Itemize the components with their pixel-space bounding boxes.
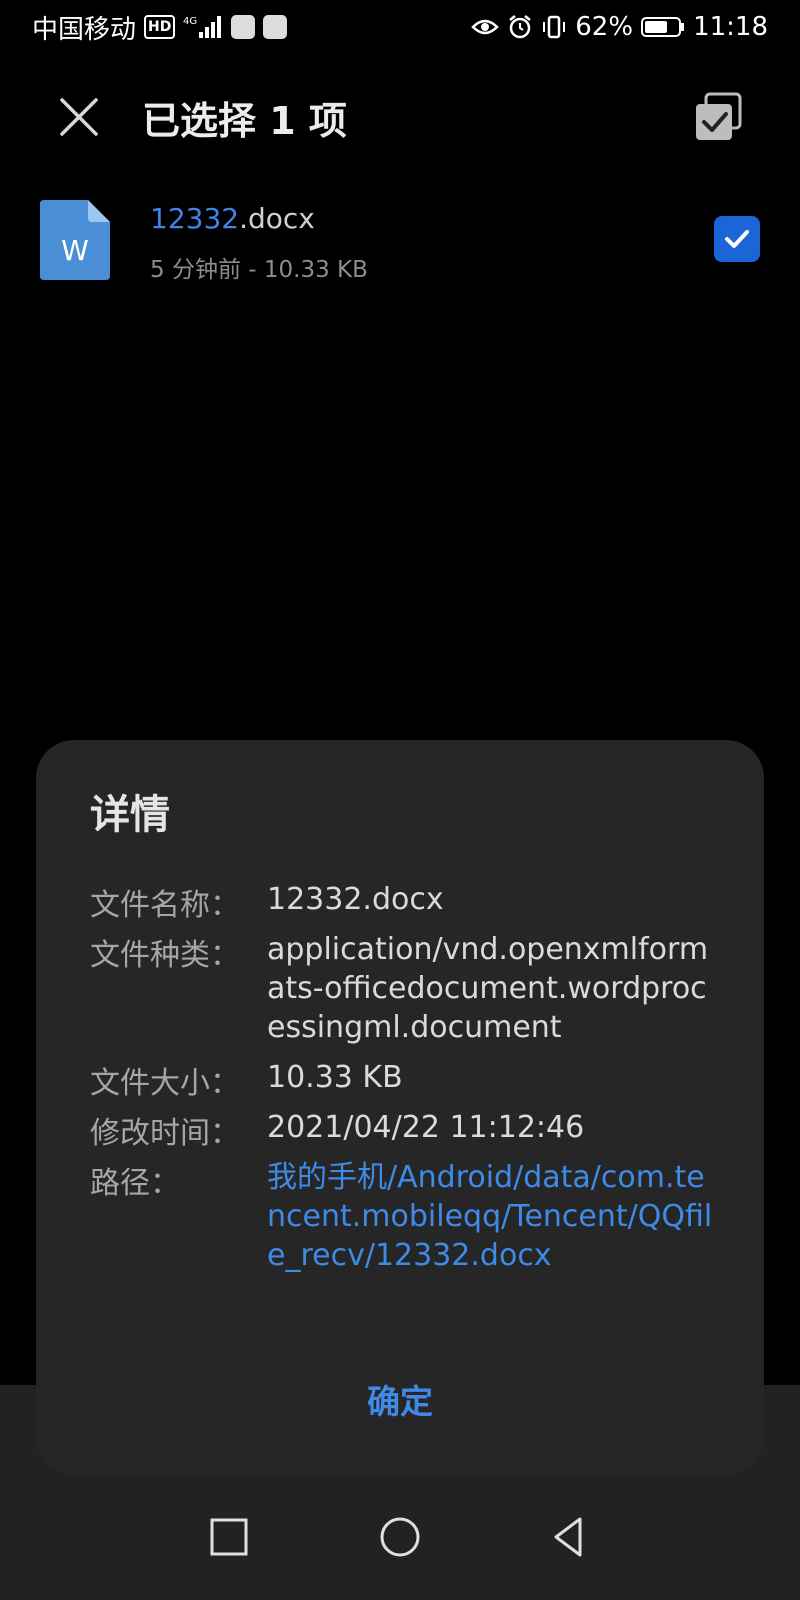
detail-label: 文件种类： bbox=[90, 938, 240, 973]
detail-label: 修改时间： bbox=[90, 1116, 240, 1151]
signal-icon: 4G bbox=[183, 14, 223, 40]
dialog-title: 详情 bbox=[90, 792, 170, 838]
word-icon-letter: W bbox=[61, 234, 89, 267]
battery-icon bbox=[641, 16, 685, 38]
file-name-extension: .docx bbox=[239, 202, 315, 235]
close-icon[interactable] bbox=[56, 94, 102, 140]
path-link[interactable]: 我的手机/Android/data/com.tencent.mobileqq/T… bbox=[267, 1158, 717, 1275]
battery-percent: 62% bbox=[575, 12, 634, 42]
checkmark-icon bbox=[725, 230, 749, 248]
recents-icon[interactable] bbox=[205, 1513, 253, 1561]
status-left: 中国移动 HD 4G bbox=[32, 9, 288, 46]
huawei-app-icon bbox=[263, 15, 288, 39]
file-list-item[interactable]: W 12332.docx 5 分钟前 - 10.33 KB bbox=[0, 190, 800, 290]
detail-value: 10.33 KB bbox=[267, 1060, 403, 1095]
detail-label: 文件大小： bbox=[90, 1066, 240, 1101]
detail-label: 文件名称： bbox=[90, 888, 240, 923]
status-right: 62% 11:18 bbox=[471, 12, 768, 42]
selection-header: 已选择 1 项 bbox=[0, 72, 800, 162]
selection-title: 已选择 1 项 bbox=[142, 99, 347, 143]
notification-app-icon bbox=[231, 15, 256, 39]
eye-comfort-icon bbox=[471, 17, 500, 37]
back-icon[interactable] bbox=[546, 1513, 594, 1561]
file-checkbox[interactable] bbox=[714, 216, 760, 262]
word-document-icon: W bbox=[40, 200, 110, 280]
detail-value: 12332.docx bbox=[267, 882, 444, 917]
file-name-match: 12332 bbox=[150, 202, 240, 235]
hd-icon: HD bbox=[144, 15, 176, 39]
carrier-name: 中国移动 bbox=[32, 14, 137, 45]
detail-value: 2021/04/22 11:12:46 bbox=[267, 1110, 585, 1145]
file-name: 12332.docx bbox=[150, 202, 315, 235]
confirm-button[interactable]: 确定 bbox=[36, 1375, 764, 1423]
status-bar: 中国移动 HD 4G 62% 11:18 bbox=[0, 0, 800, 54]
detail-label: 路径： bbox=[90, 1166, 180, 1201]
vibrate-icon bbox=[541, 14, 567, 40]
clock: 11:18 bbox=[693, 12, 768, 42]
details-dialog: 详情 文件名称： 12332.docx 文件种类： application/vn… bbox=[36, 740, 764, 1475]
file-meta: 5 分钟前 - 10.33 KB bbox=[150, 257, 368, 283]
alarm-icon bbox=[507, 14, 533, 40]
home-icon[interactable] bbox=[376, 1513, 424, 1561]
detail-value: application/vnd.openxmlformats-officedoc… bbox=[267, 932, 709, 1045]
select-all-icon[interactable] bbox=[694, 92, 744, 142]
system-nav-bar bbox=[0, 1485, 800, 1600]
svg-text:4G: 4G bbox=[183, 16, 197, 27]
